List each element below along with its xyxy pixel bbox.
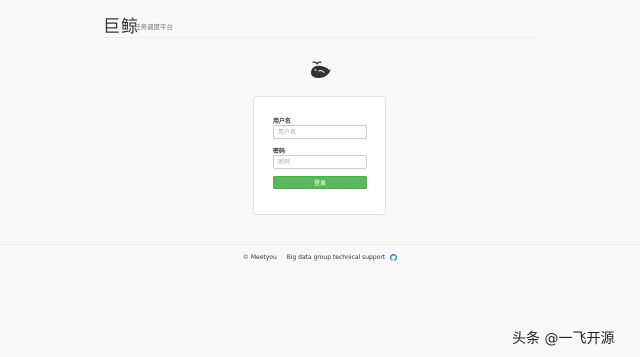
footer-support-text: Big data group technical support [286,254,386,261]
page-header: 巨鲸 任务调度平台 [0,0,640,38]
password-input[interactable] [273,155,367,169]
brand-tagline: 任务调度平台 [134,23,173,31]
header-divider [103,37,537,38]
login-button[interactable]: 登录 [273,176,367,189]
username-label: 用户名 [273,118,292,125]
github-icon[interactable] [390,254,398,261]
login-card: 用户名 密码 登录 [253,96,386,215]
watermark-text: 头条 @一飞开源 [512,331,615,347]
whale-icon [309,60,331,80]
username-input[interactable] [273,125,367,139]
footer-copyright: © Meetyou [242,254,277,261]
page-footer: © Meetyou Big data group technical suppo… [0,254,640,261]
footer-divider [0,244,640,245]
password-label: 密码 [273,148,286,155]
